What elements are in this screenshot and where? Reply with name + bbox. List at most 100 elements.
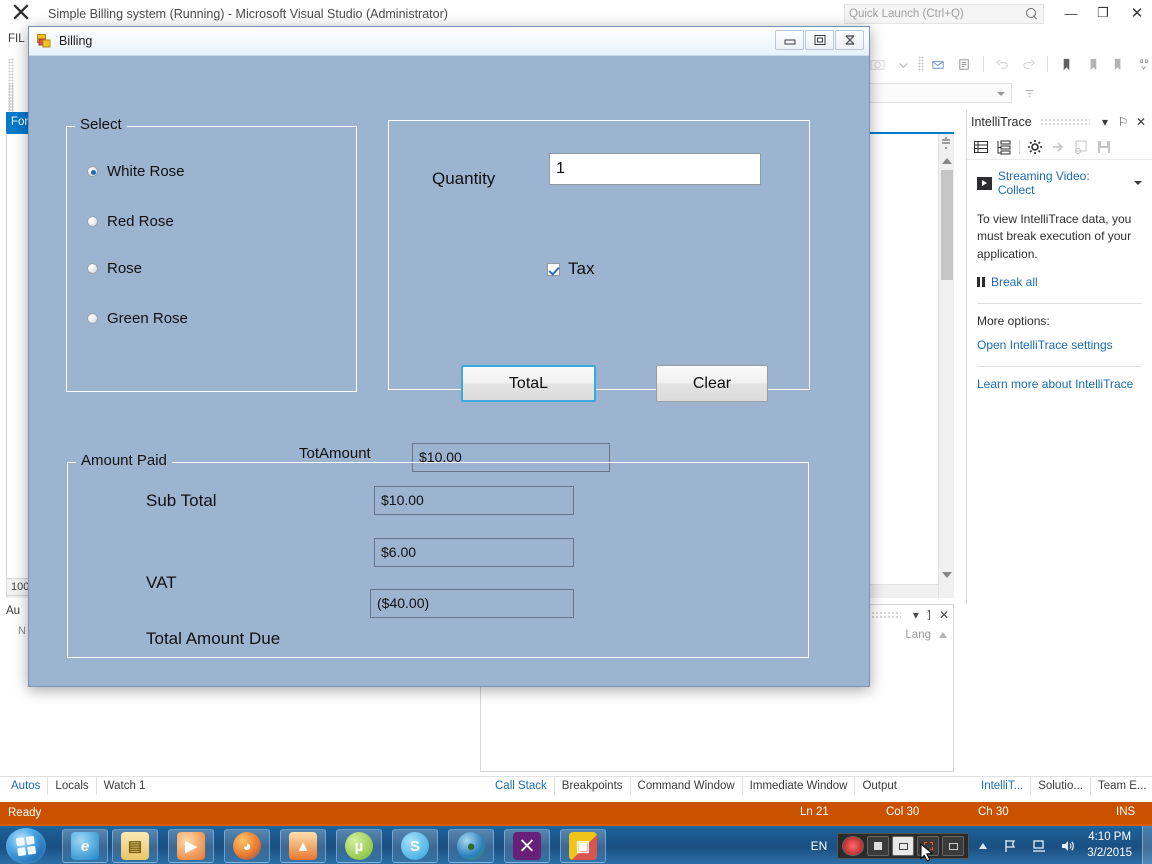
previous-bookmark-icon[interactable] [1085,57,1100,72]
tab-breakpoints[interactable]: Breakpoints [555,777,631,795]
step-forward-icon[interactable] [1050,139,1066,155]
taskbar-skype[interactable]: S [392,829,438,863]
radio-white-rose-indicator[interactable] [87,166,98,177]
taskbar-vlc[interactable]: ▲ [280,829,326,863]
open-intellitrace-settings-link[interactable]: Open IntelliTrace settings [977,338,1142,352]
vat-value[interactable]: $6.00 [374,538,574,567]
capture-window-button[interactable] [942,836,965,856]
scroll-down-arrow[interactable] [942,572,952,578]
tab-intellitrace[interactable]: IntelliT... [974,777,1032,795]
streaming-video-row[interactable]: Streaming Video: Collect [977,169,1142,197]
navigate-history-icon[interactable] [1073,139,1089,155]
editor-vertical-scrollbar[interactable] [938,134,954,598]
next-bookmark-icon[interactable] [1111,57,1126,72]
learn-more-intellitrace-link[interactable]: Learn more about IntelliTrace [977,377,1142,391]
settings-gear-icon[interactable] [1027,139,1043,155]
radio-rose-indicator[interactable] [87,263,98,274]
taskbar-utorrent[interactable]: µ [336,829,382,863]
clear-button[interactable]: Clear [656,365,768,402]
navigation-combo[interactable] [862,83,1012,103]
bookmark-icon[interactable] [1059,57,1074,72]
chevron-down-icon[interactable] [1134,181,1142,185]
taskbar-media-player[interactable]: ▶ [168,829,214,863]
panel-scroll-up-arrow[interactable] [937,627,949,645]
total-amount-due-value[interactable]: ($40.00) [370,589,574,618]
pause-icon [977,277,985,288]
toolbar-options-icon[interactable] [1022,85,1037,100]
comment-icon[interactable] [931,57,946,72]
tree-view-icon[interactable] [996,139,1012,155]
radio-red-rose[interactable]: Red Rose [87,213,174,230]
taskbar-internet-explorer[interactable]: e [62,829,108,863]
radio-green-rose-label: Green Rose [107,310,188,327]
radio-red-rose-indicator[interactable] [87,216,98,227]
camera-icon[interactable] [870,57,885,72]
split-view-icon[interactable] [940,136,952,150]
toolbar-overflow-icon[interactable] [896,57,911,72]
list-view-icon[interactable] [973,139,989,155]
tab-command-window[interactable]: Command Window [631,777,743,795]
radio-rose[interactable]: Rose [87,260,142,277]
tab-watch1[interactable]: Watch 1 [97,777,153,795]
radio-white-rose[interactable]: White Rose [87,163,185,180]
tax-checkbox[interactable] [547,262,560,276]
stop-button[interactable] [867,836,890,856]
taskbar-windows-explorer[interactable]: ▤ [112,829,158,863]
streaming-video-label[interactable]: Streaming Video: Collect [998,169,1128,197]
taskbar-firefox[interactable]: ◕ [224,829,270,863]
vs-minimize-button[interactable]: — [1056,2,1086,24]
tab-solution-explorer[interactable]: Solutio... [1031,777,1091,795]
language-indicator[interactable]: EN [811,839,828,853]
tab-output[interactable]: Output [855,777,904,795]
uncomment-icon[interactable] [957,57,972,72]
tab-autos[interactable]: Autos [4,777,49,795]
sub-total-value[interactable]: $10.00 [374,486,574,515]
clock[interactable]: 4:10 PM 3/2/2015 [1087,830,1132,861]
scroll-up-arrow[interactable] [942,158,952,164]
tab-team-explorer[interactable]: Team E... [1091,777,1152,795]
quotes-a-icon[interactable] [1137,57,1152,72]
panel-dropdown-icon[interactable]: ▾ [913,608,919,622]
action-center-flag-icon[interactable] [1001,836,1021,856]
billing-maximize-button[interactable] [805,30,834,50]
vs-left-gripper-2[interactable] [8,84,14,112]
billing-minimize-button[interactable] [775,30,804,50]
tab-locals[interactable]: Locals [48,777,97,795]
break-all-link[interactable]: Break all [977,275,1142,289]
skype-icon: S [401,832,429,860]
tab-call-stack[interactable]: Call Stack [488,777,555,795]
panel-pin-icon[interactable]: ⦐ [927,607,931,622]
tax-checkbox-row[interactable]: Tax [547,259,594,279]
record-button[interactable] [842,836,865,856]
total-button[interactable]: TotaL [461,365,596,402]
show-hidden-icons-icon[interactable] [973,836,993,856]
vs-close-button[interactable]: ✕ [1122,2,1152,24]
tab-immediate-window[interactable]: Immediate Window [743,777,856,795]
vs-restore-button[interactable]: ❐ [1088,2,1118,24]
volume-icon[interactable] [1057,836,1077,856]
panel-close-icon[interactable]: ✕ [939,608,949,622]
quantity-input[interactable]: 1 [549,153,761,185]
redo-icon[interactable] [1021,57,1036,72]
radio-green-rose-indicator[interactable] [87,313,98,324]
menu-item-file[interactable]: FIL [8,33,25,45]
billing-close-button[interactable] [835,30,864,50]
radio-green-rose[interactable]: Green Rose [87,310,188,327]
start-button[interactable] [6,828,46,864]
taskbar-visual-studio[interactable]: ⨉ [504,829,550,863]
save-icon[interactable] [1096,139,1112,155]
show-desktop-button[interactable] [1142,826,1152,864]
dropdown-icon[interactable]: ▾ [1098,115,1112,129]
quick-launch-input[interactable]: Quick Launch (Ctrl+Q) [844,4,1044,24]
pin-icon[interactable]: ⚐ [1116,115,1130,129]
network-icon[interactable] [1029,836,1049,856]
capture-screen-button[interactable] [892,836,915,856]
close-icon[interactable]: ✕ [1134,115,1148,129]
scrollbar-thumb[interactable] [941,170,953,280]
intellitrace-gripper[interactable] [1039,118,1090,126]
taskbar-billing-app[interactable]: ▣ [560,829,606,863]
toolbar-gripper[interactable] [918,56,924,72]
billing-title-bar[interactable]: Billing [29,27,869,56]
undo-icon[interactable] [995,57,1010,72]
taskbar-google-earth[interactable]: ● [448,829,494,863]
